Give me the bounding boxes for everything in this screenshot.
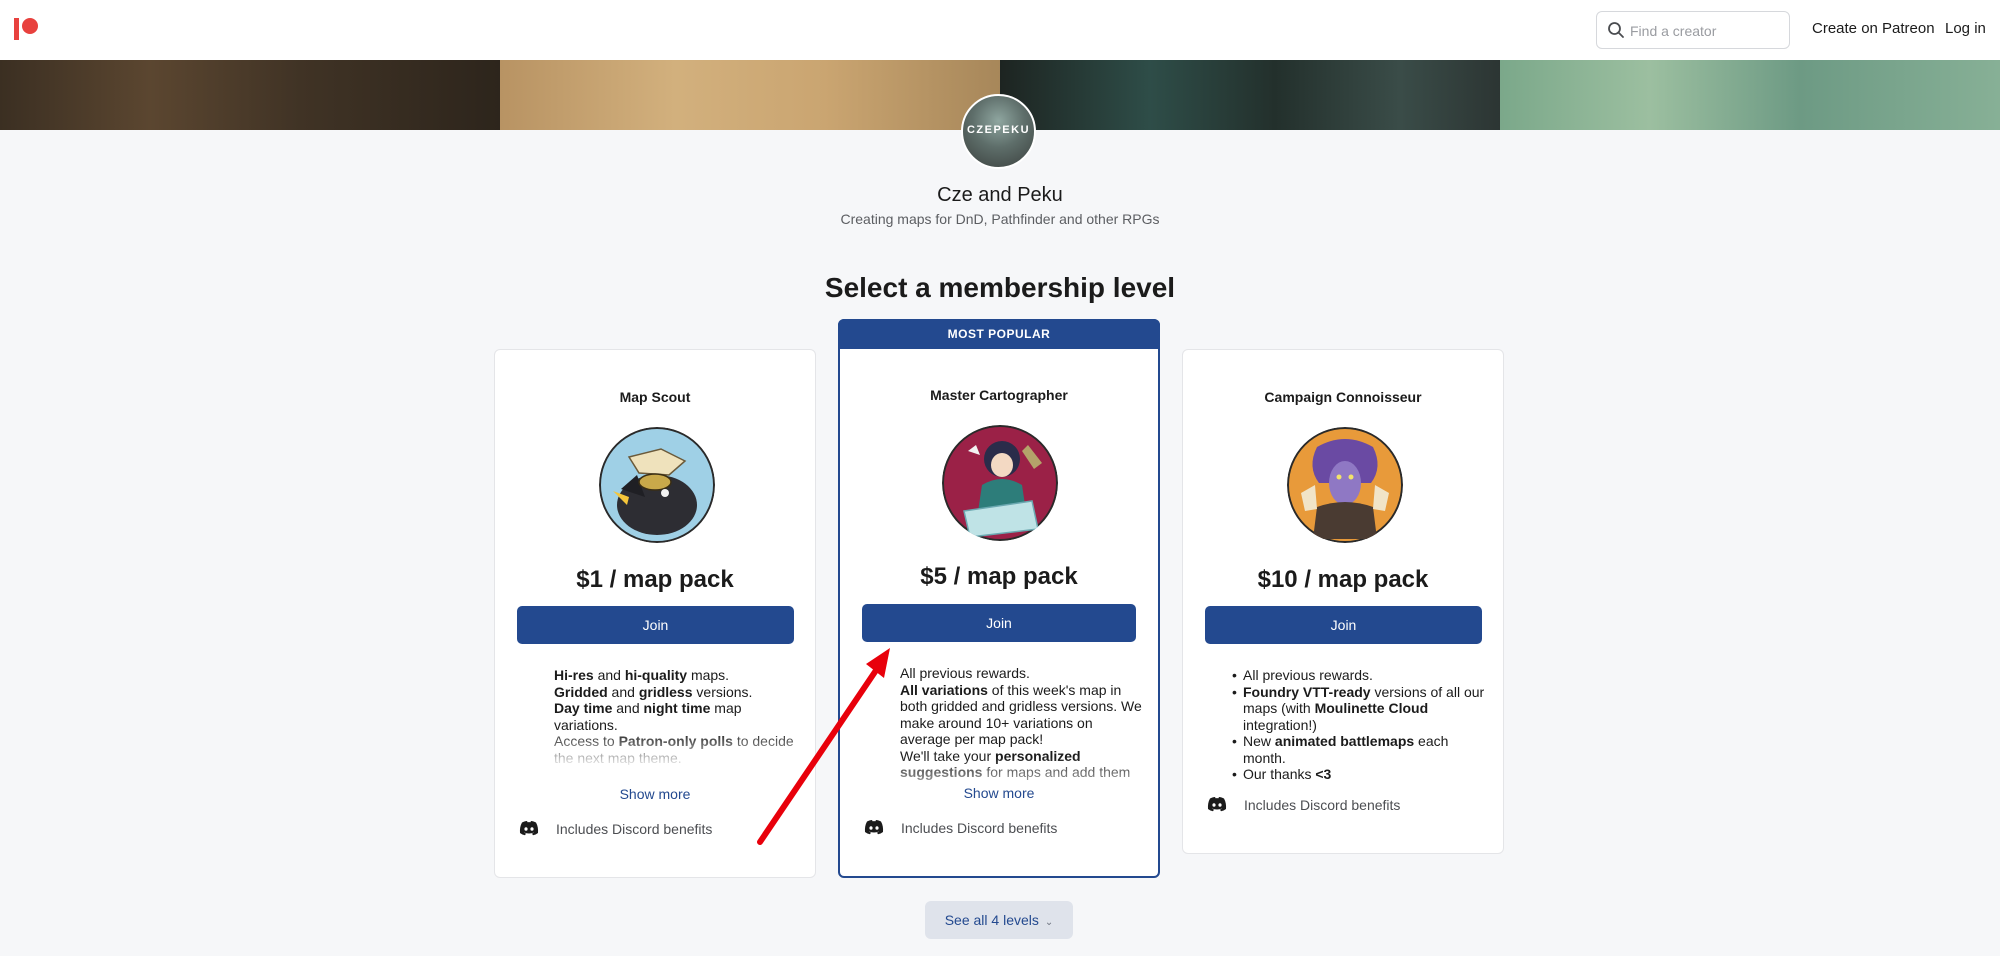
tier-price: $1 / map pack [576, 566, 734, 593]
show-more-link[interactable]: Show more [840, 785, 1158, 801]
benefit-item: All previous rewards. [900, 665, 1145, 682]
creator-description: Creating maps for DnD, Pathfinder and ot… [840, 211, 1160, 227]
section-title: Select a membership level [824, 272, 1176, 303]
map-scout-tier-image [599, 427, 715, 543]
search-icon [1608, 22, 1624, 38]
campaign-connoisseur-tier-image [1287, 427, 1403, 543]
banner-image-1 [0, 60, 500, 130]
banner-image-4 [1500, 60, 2000, 130]
creator-avatar[interactable]: CZEPEKU [961, 94, 1036, 169]
benefit-highlight: Foundry VTT-ready [1243, 683, 1371, 700]
benefit-highlight: animated battlemaps [1274, 733, 1415, 749]
see-all-levels-label: See all 4 levels [944, 912, 1039, 928]
benefit-highlight: Hi-res [554, 667, 594, 683]
benefit-item: Foundry VTT-ready versions of all our ma… [1232, 683, 1488, 734]
benefit-item: New animated battlemaps each month. [1232, 733, 1488, 766]
benefit-highlight: Gridded [554, 683, 608, 700]
benefits-fade [495, 731, 815, 767]
discord-benefits-row: Includes Discord benefits [519, 819, 779, 839]
discord-benefits-row: Includes Discord benefits [1207, 795, 1467, 815]
top-navigation-bar: Create on Patreon Log in [0, 0, 2000, 60]
discord-icon [1207, 797, 1227, 812]
benefit-highlight: Moulinette Cloud [1314, 700, 1429, 716]
banner-image-3 [1000, 60, 1500, 130]
login-link[interactable]: Log in [1945, 20, 1986, 37]
see-all-levels-button[interactable]: See all 4 levels ⌄ [925, 901, 1073, 939]
join-button[interactable]: Join [517, 606, 794, 644]
benefit-highlight: <3 [1315, 766, 1332, 782]
avatar-logo-text: CZEPEKU [966, 124, 1031, 136]
tier-card-master-cartographer: MOST POPULAR Master Cartographer $5 / ma… [838, 319, 1160, 878]
tier-name: Map Scout [619, 389, 691, 405]
discord-icon [519, 821, 539, 836]
benefit-highlight: All variations [900, 681, 988, 698]
discord-benefits-label: Includes Discord benefits [1244, 797, 1401, 813]
benefit-item: All previous rewards. [1232, 667, 1488, 684]
creator-name: Cze and Peku [937, 184, 1063, 206]
join-button[interactable]: Join [862, 604, 1136, 642]
tier-price: $5 / map pack [920, 563, 1078, 590]
banner-image-2 [500, 60, 1000, 130]
benefit-item: Hi-res and hi-quality maps. [554, 667, 799, 684]
search-input[interactable] [1630, 20, 1780, 42]
tier-price: $10 / map pack [1257, 566, 1429, 593]
join-button[interactable]: Join [1205, 606, 1482, 644]
benefit-highlight: hi-quality [624, 667, 688, 683]
tier-name: Campaign Connoisseur [1264, 389, 1422, 405]
benefit-item: Gridded and gridless versions. [554, 684, 799, 701]
most-popular-badge: MOST POPULAR [838, 319, 1160, 349]
master-cartographer-tier-image [942, 425, 1058, 541]
benefits-list: All previous rewards.Foundry VTT-ready v… [1232, 667, 1488, 783]
benefit-highlight: gridless [638, 683, 693, 700]
benefit-item: All variations of this week's map in bot… [900, 682, 1145, 748]
chevron-down-icon: ⌄ [1044, 917, 1054, 928]
benefit-item: Day time and night time map variations. [554, 700, 799, 733]
discord-benefits-label: Includes Discord benefits [901, 820, 1058, 836]
tier-name: Master Cartographer [930, 387, 1068, 403]
tier-card-campaign-connoisseur: Campaign Connoisseur $10 / map pack Join… [1182, 349, 1504, 854]
patreon-logo[interactable] [14, 18, 38, 40]
benefit-item: Our thanks <3 [1232, 766, 1488, 783]
benefit-highlight: night time [643, 700, 711, 716]
create-on-patreon-link[interactable]: Create on Patreon [1812, 20, 1935, 37]
discord-icon [864, 820, 884, 835]
benefit-highlight: Day time [554, 700, 613, 716]
show-more-link[interactable]: Show more [495, 786, 815, 802]
discord-benefits-row: Includes Discord benefits [864, 818, 1124, 838]
creator-search[interactable] [1596, 11, 1790, 49]
discord-benefits-label: Includes Discord benefits [556, 821, 713, 837]
tier-card-map-scout: Map Scout $1 / map pack Join Hi-res and … [494, 349, 816, 878]
